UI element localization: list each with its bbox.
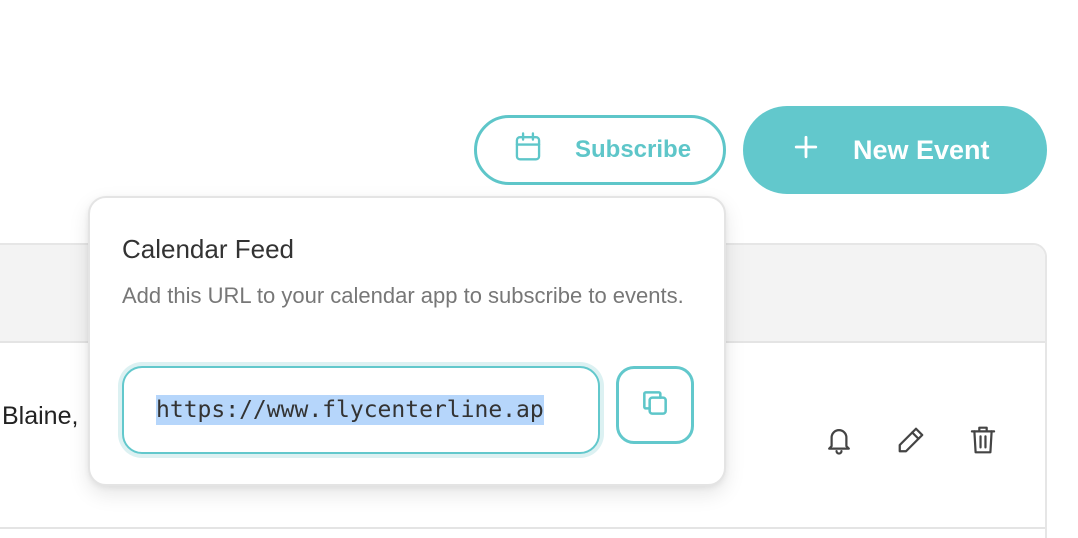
popover-description: Add this URL to your calendar app to sub… (122, 283, 684, 308)
feed-url-field[interactable]: https://www.flycenterline.ap (122, 366, 600, 454)
calendar-icon (513, 131, 543, 170)
plus-icon (793, 134, 819, 167)
pencil-icon[interactable] (892, 421, 930, 459)
feed-url-value[interactable]: https://www.flycenterline.ap (156, 395, 544, 425)
subscribe-button[interactable]: Subscribe (474, 115, 726, 185)
calendar-feed-popover: Calendar Feed Add this URL to your calen… (88, 196, 726, 486)
row-divider (0, 527, 1045, 529)
copy-icon (639, 387, 671, 424)
row-name: Blaine, (2, 402, 79, 430)
new-event-button[interactable]: New Event (743, 106, 1047, 194)
bell-icon[interactable] (820, 421, 858, 459)
row-actions (820, 421, 1002, 459)
popover-title: Calendar Feed (122, 234, 294, 264)
copy-url-button[interactable] (616, 366, 694, 444)
new-event-label: New Event (853, 134, 990, 165)
events-page: Blaine, Subscribe New Event Calendar Fee… (0, 0, 1078, 538)
trash-icon[interactable] (964, 421, 1002, 459)
subscribe-label: Subscribe (575, 136, 692, 163)
